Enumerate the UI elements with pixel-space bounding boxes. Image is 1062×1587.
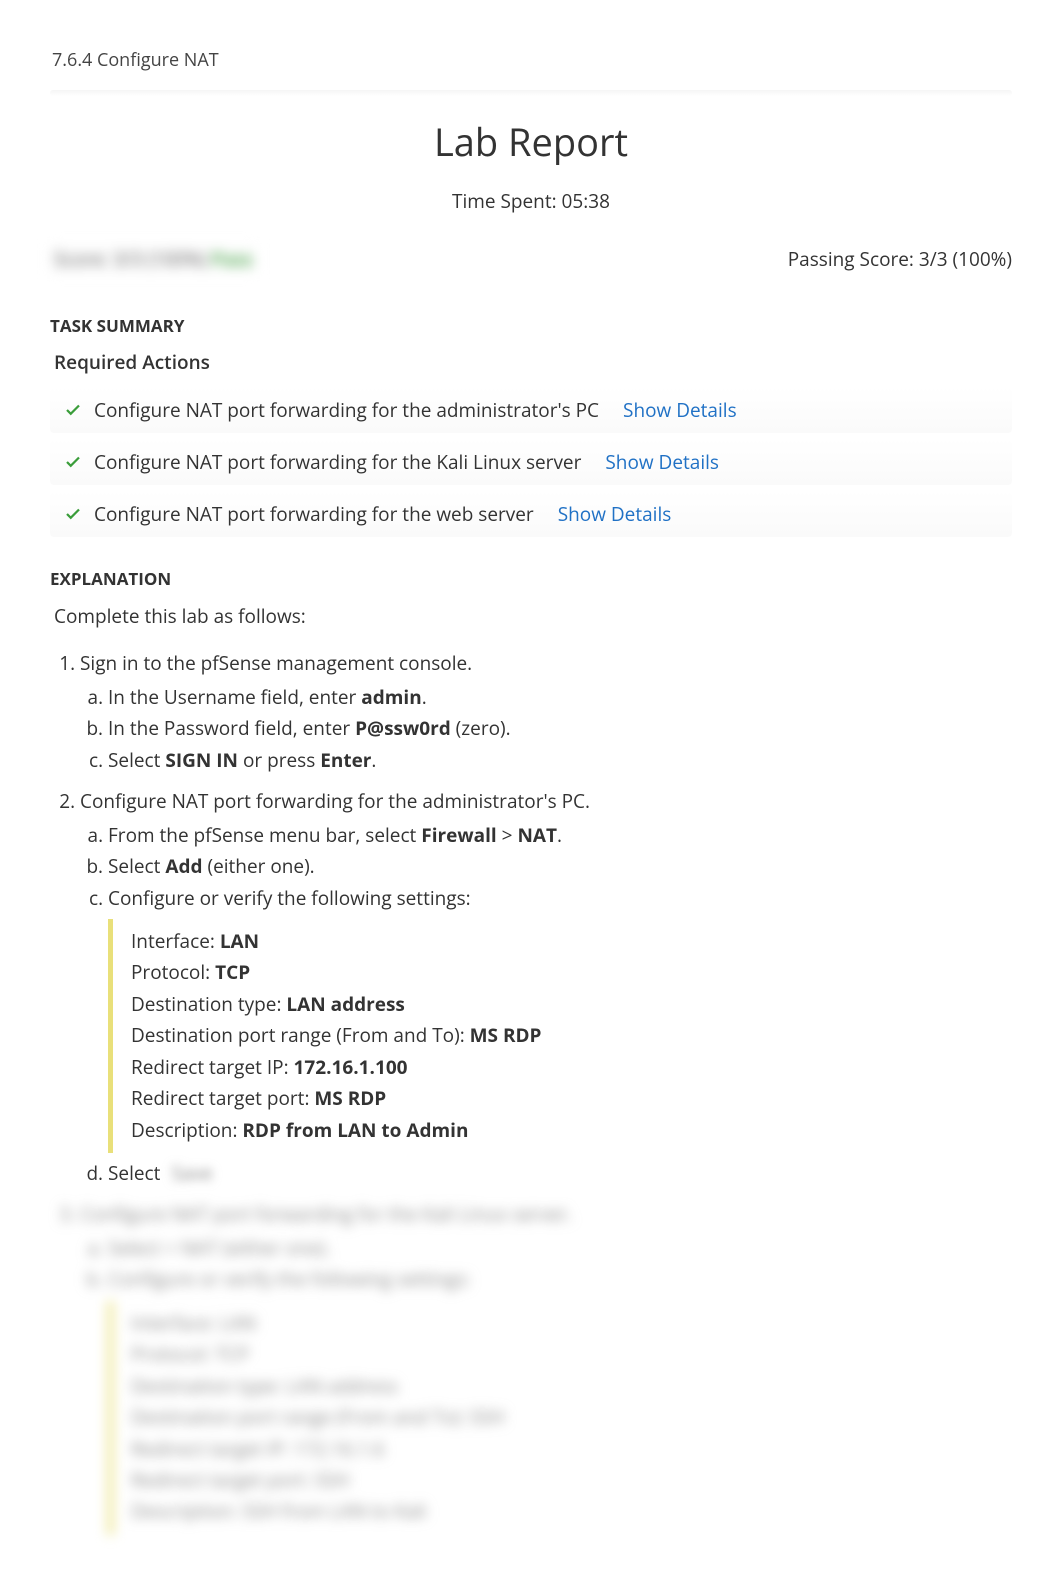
t: Configure or verify the following settin…: [108, 885, 471, 911]
t: .: [557, 822, 562, 848]
task-row: Configure NAT port forwarding for the Ka…: [50, 439, 1012, 485]
task-summary-heading: TASK SUMMARY: [50, 314, 1012, 337]
t: .: [422, 684, 427, 710]
label: Redirect target IP:: [131, 1054, 294, 1080]
show-details-link[interactable]: Show Details: [623, 397, 737, 423]
label: Redirect target port:: [131, 1085, 314, 1111]
bold: admin: [361, 684, 421, 710]
settings-block-hidden: Interface: LAN Protocol: TCP Destination…: [108, 1301, 1012, 1535]
value: MS RDP: [314, 1085, 386, 1111]
t: Select: [108, 747, 165, 773]
label: Interface:: [131, 928, 220, 954]
t: .: [371, 747, 376, 773]
explanation-heading: EXPLANATION: [50, 567, 1012, 590]
t: From the pfSense menu bar, select: [108, 822, 421, 848]
step-2a: From the pfSense menu bar, select Firewa…: [108, 821, 1012, 850]
step-3-hidden: Configure NAT port forwarding for the Ka…: [80, 1200, 1012, 1534]
hidden-line: Protocol: TCP: [131, 1340, 1012, 1369]
step-1a: In the Username field, enter admin.: [108, 683, 1012, 712]
step-2: Configure NAT port forwarding for the ad…: [80, 787, 1012, 1188]
bold: SIGN IN: [165, 747, 238, 773]
value: LAN: [220, 928, 259, 954]
task-text: Configure NAT port forwarding for the we…: [94, 501, 534, 527]
steps-list: Sign in to the pfSense management consol…: [50, 649, 1012, 1534]
show-details-link[interactable]: Show Details: [558, 501, 672, 527]
step-1-text: Sign in to the pfSense management consol…: [80, 650, 472, 676]
hidden-line: Destination type: LAN address: [131, 1372, 1012, 1401]
hidden-3a: Select + NAT (either one).: [108, 1234, 1012, 1263]
value: LAN address: [286, 991, 405, 1017]
required-actions-heading: Required Actions: [54, 349, 1012, 375]
step-2d: Select Save: [108, 1159, 1012, 1188]
task-text: Configure NAT port forwarding for the Ka…: [94, 449, 581, 475]
hidden-line: Description: SSH from LAN to Kali: [131, 1497, 1012, 1526]
bold: NAT: [517, 822, 557, 848]
score-row: Score: 3/3 (100%) Pass Passing Score: 3/…: [50, 244, 1012, 274]
bold: Add: [165, 853, 202, 879]
hidden-3b: Configure or verify the following settin…: [108, 1265, 1012, 1535]
hidden-line: Destination port range (From and To): SS…: [131, 1403, 1012, 1432]
passing-score: Passing Score: 3/3 (100%): [788, 246, 1012, 272]
t: Select: [108, 853, 165, 879]
step-1: Sign in to the pfSense management consol…: [80, 649, 1012, 775]
t: >: [497, 822, 518, 848]
divider: [50, 90, 1012, 96]
hidden-title: Configure NAT port forwarding for the Ka…: [80, 1201, 572, 1227]
step-2c: Configure or verify the following settin…: [108, 884, 1012, 1154]
step-1c: Select SIGN IN or press Enter.: [108, 746, 1012, 775]
t: Select: [108, 1160, 165, 1186]
hidden-line: Interface: LAN: [131, 1309, 1012, 1338]
t: (zero).: [451, 715, 511, 741]
label: Description:: [131, 1117, 242, 1143]
bold: P@ssw0rd: [355, 715, 451, 741]
show-details-link[interactable]: Show Details: [605, 449, 719, 475]
breadcrumb: 7.6.4 Configure NAT: [50, 40, 1012, 80]
score-left-hidden: Score: 3/3 (100%) Pass: [50, 244, 257, 274]
label: Destination port range (From and To):: [131, 1022, 470, 1048]
t: In the Password field, enter: [108, 715, 355, 741]
label: Destination type:: [131, 991, 286, 1017]
task-row: Configure NAT port forwarding for the we…: [50, 491, 1012, 537]
score-text: Score: 3/3 (100%): [54, 246, 211, 272]
check-icon: [64, 505, 82, 523]
t: Configure or verify the following settin…: [108, 1266, 471, 1292]
hidden-line: Redirect target port: SSH: [131, 1466, 1012, 1495]
hidden-line: Redirect target IP: 172.16.1.6: [131, 1435, 1012, 1464]
settings-block: Interface: LAN Protocol: TCP Destination…: [108, 919, 1012, 1153]
step-1-sub: In the Username field, enter admin. In t…: [80, 683, 1012, 775]
explanation-intro: Complete this lab as follows:: [54, 602, 1012, 631]
step-3-sub: Select + NAT (either one). Configure or …: [80, 1234, 1012, 1535]
bold: Firewall: [421, 822, 496, 848]
score-pass: Pass: [211, 246, 252, 272]
time-spent: Time Spent: 05:38: [50, 188, 1012, 214]
value: RDP from LAN to Admin: [242, 1117, 468, 1143]
bold: Enter: [320, 747, 371, 773]
check-icon: [64, 401, 82, 419]
t: or press: [238, 747, 320, 773]
explanation-body: Complete this lab as follows: Sign in to…: [50, 602, 1012, 1535]
value: MS RDP: [470, 1022, 542, 1048]
check-icon: [64, 453, 82, 471]
task-row: Configure NAT port forwarding for the ad…: [50, 387, 1012, 433]
task-text: Configure NAT port forwarding for the ad…: [94, 397, 599, 423]
step-2-sub: From the pfSense menu bar, select Firewa…: [80, 821, 1012, 1189]
hidden-text: Save: [165, 1160, 218, 1186]
t: (either one).: [203, 853, 315, 879]
value: 172.16.1.100: [294, 1054, 408, 1080]
step-2b: Select Add (either one).: [108, 852, 1012, 881]
page-title: Lab Report: [50, 116, 1012, 168]
value: TCP: [215, 959, 250, 985]
label: Protocol:: [131, 959, 215, 985]
step-1b: In the Password field, enter P@ssw0rd (z…: [108, 714, 1012, 743]
step-2-text: Configure NAT port forwarding for the ad…: [80, 788, 590, 814]
t: In the Username field, enter: [108, 684, 361, 710]
